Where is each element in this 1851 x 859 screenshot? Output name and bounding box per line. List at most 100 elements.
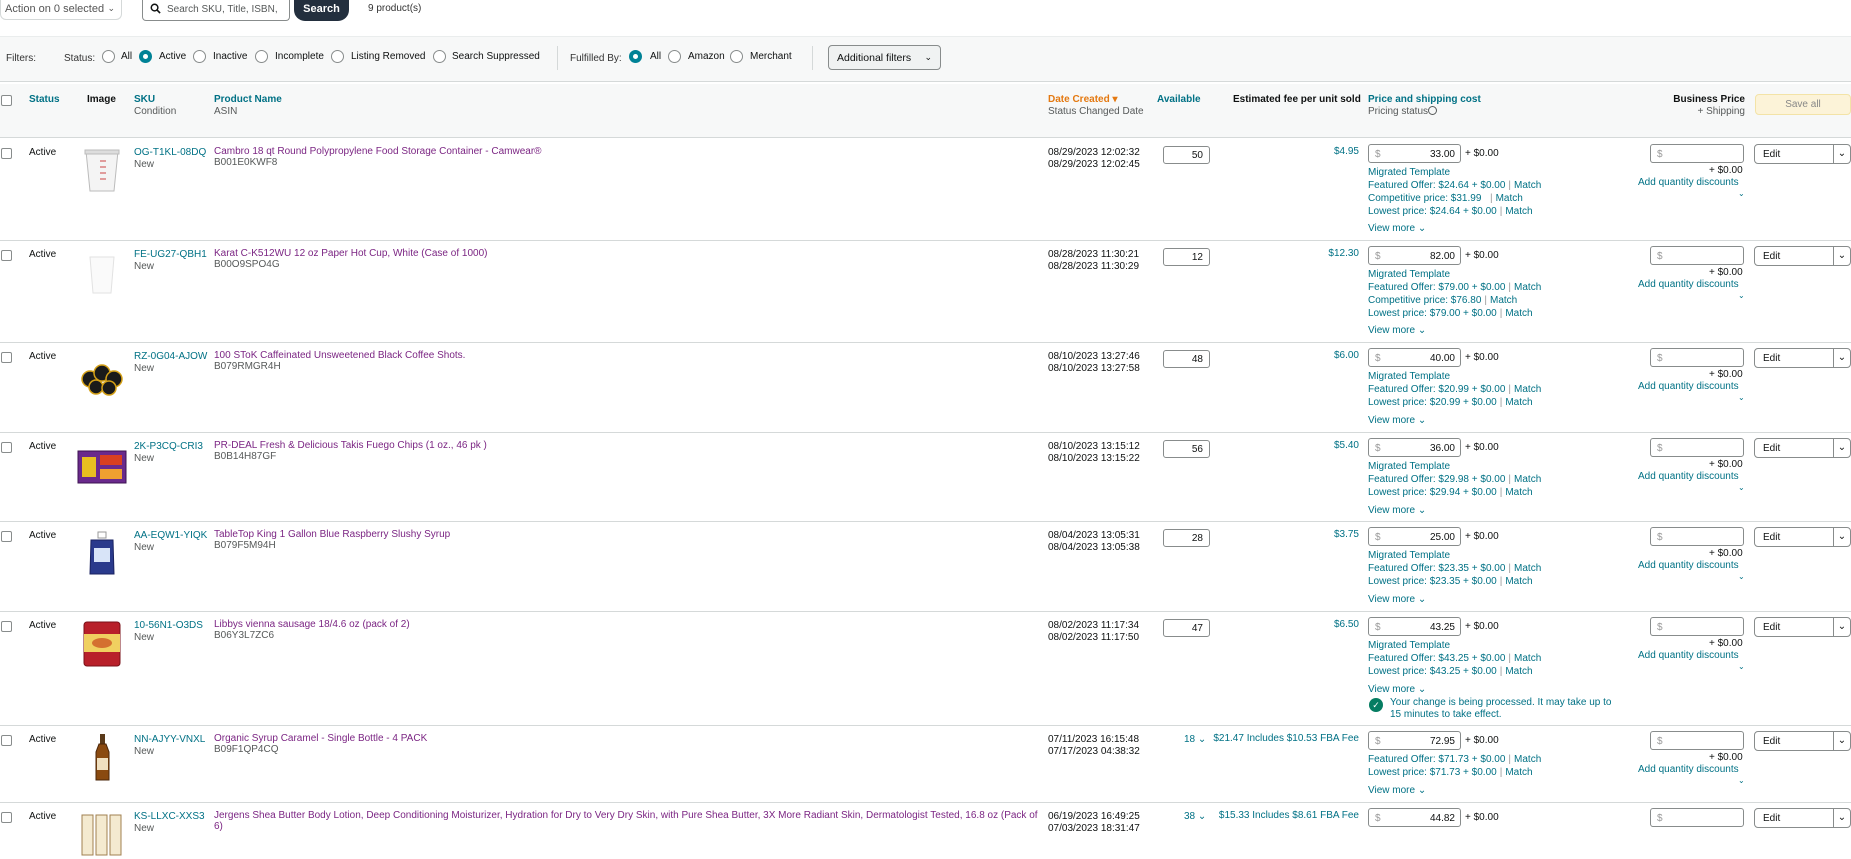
- business-price-input[interactable]: $: [1650, 438, 1744, 457]
- product-image[interactable]: [76, 249, 128, 297]
- edit-dropdown-icon[interactable]: ⌄: [1833, 144, 1850, 164]
- match-link[interactable]: Match: [1514, 563, 1541, 574]
- edit-button[interactable]: Edit ⌄: [1754, 808, 1851, 828]
- row-checkbox[interactable]: [1, 442, 12, 453]
- chevron-down-icon[interactable]: ⌄: [1738, 393, 1745, 402]
- status-inactive-radio[interactable]: [193, 50, 206, 63]
- add-quantity-discounts-link[interactable]: Add quantity discounts: [1638, 381, 1739, 392]
- chevron-down-icon[interactable]: ⌄: [1738, 662, 1745, 671]
- row-sku[interactable]: OG-T1KL-08DQ New: [134, 147, 209, 171]
- view-more-link[interactable]: View more ⌄: [1368, 415, 1426, 426]
- product-image[interactable]: [76, 811, 128, 859]
- row-checkbox[interactable]: [1, 621, 12, 632]
- edit-dropdown-icon[interactable]: ⌄: [1833, 617, 1850, 637]
- row-checkbox[interactable]: [1, 812, 12, 823]
- edit-button[interactable]: Edit ⌄: [1754, 731, 1851, 751]
- match-link[interactable]: Match: [1505, 767, 1532, 778]
- match-link[interactable]: Match: [1514, 180, 1541, 191]
- match-link[interactable]: Match: [1505, 397, 1532, 408]
- row-sku[interactable]: FE-UG27-QBH1 New: [134, 249, 209, 273]
- chevron-down-icon[interactable]: ⌄: [1738, 572, 1745, 581]
- view-more-link[interactable]: View more ⌄: [1368, 785, 1426, 796]
- add-quantity-discounts-link[interactable]: Add quantity discounts: [1638, 764, 1739, 775]
- row-checkbox[interactable]: [1, 250, 12, 261]
- chevron-down-icon[interactable]: ⌄: [1738, 189, 1745, 198]
- row-fee[interactable]: $3.75: [1334, 529, 1359, 541]
- edit-button[interactable]: Edit ⌄: [1754, 617, 1851, 637]
- row-product-name[interactable]: Jergens Shea Butter Body Lotion, Deep Co…: [214, 810, 1044, 832]
- match-link[interactable]: Match: [1496, 193, 1523, 204]
- row-product-name[interactable]: TableTop King 1 Gallon Blue Raspberry Sl…: [214, 529, 1044, 551]
- row-checkbox[interactable]: [1, 735, 12, 746]
- price-input[interactable]: $72.95: [1368, 731, 1461, 750]
- add-quantity-discounts-link[interactable]: Add quantity discounts: [1638, 560, 1739, 571]
- view-more-link[interactable]: View more ⌄: [1368, 594, 1426, 605]
- pricing-template[interactable]: Migrated Template: [1368, 370, 1608, 383]
- product-image[interactable]: [76, 734, 128, 782]
- business-price-input[interactable]: $: [1650, 144, 1744, 163]
- product-image[interactable]: [76, 441, 128, 489]
- row-product-name[interactable]: Karat C-K512WU 12 oz Paper Hot Cup, Whit…: [214, 248, 1044, 270]
- match-link[interactable]: Match: [1514, 384, 1541, 395]
- business-price-input[interactable]: $: [1650, 617, 1744, 636]
- available-fba-link[interactable]: 38 ⌄: [1184, 811, 1206, 822]
- product-image[interactable]: [76, 147, 128, 195]
- status-search-suppressed-label[interactable]: Search Suppressed: [452, 51, 540, 62]
- pricing-template[interactable]: Migrated Template: [1368, 639, 1608, 652]
- pricing-template[interactable]: Migrated Template: [1368, 460, 1608, 473]
- edit-button[interactable]: Edit ⌄: [1754, 527, 1851, 547]
- col-date-created[interactable]: Date Created ▾ Status Changed Date: [1048, 94, 1144, 118]
- info-icon[interactable]: [1428, 106, 1438, 115]
- pricing-template[interactable]: Migrated Template: [1368, 268, 1608, 281]
- fulfilled-amazon-label[interactable]: Amazon: [688, 51, 725, 62]
- add-quantity-discounts-link[interactable]: Add quantity discounts: [1638, 177, 1739, 188]
- edit-dropdown-icon[interactable]: ⌄: [1833, 808, 1850, 828]
- available-input[interactable]: 56: [1163, 440, 1210, 458]
- row-fee[interactable]: $21.47 Includes $10.53 FBA Fee: [1209, 733, 1359, 745]
- edit-button[interactable]: Edit ⌄: [1754, 144, 1851, 164]
- price-input[interactable]: $40.00: [1368, 348, 1461, 367]
- match-link[interactable]: Match: [1514, 282, 1541, 293]
- save-all-button[interactable]: Save all: [1755, 94, 1851, 115]
- row-sku[interactable]: 2K-P3CQ-CRI3 New: [134, 441, 209, 465]
- fulfilled-all-radio[interactable]: [629, 50, 642, 63]
- row-sku[interactable]: NN-AJYY-VNXL New: [134, 734, 209, 758]
- product-image[interactable]: [76, 530, 128, 578]
- business-price-input[interactable]: $: [1650, 246, 1744, 265]
- row-checkbox[interactable]: [1, 352, 12, 363]
- edit-dropdown-icon[interactable]: ⌄: [1833, 438, 1850, 458]
- price-input[interactable]: $33.00: [1368, 144, 1461, 163]
- row-sku[interactable]: AA-EQW1-YIQK New: [134, 530, 209, 554]
- col-sku[interactable]: SKU Condition: [134, 94, 176, 118]
- fulfilled-merchant-label[interactable]: Merchant: [750, 51, 792, 62]
- product-image[interactable]: [76, 620, 128, 668]
- chevron-down-icon[interactable]: ⌄: [1738, 483, 1745, 492]
- edit-dropdown-icon[interactable]: ⌄: [1833, 731, 1850, 751]
- status-incomplete-radio[interactable]: [255, 50, 268, 63]
- edit-dropdown-icon[interactable]: ⌄: [1833, 246, 1850, 266]
- business-price-input[interactable]: $: [1650, 808, 1744, 827]
- search-button[interactable]: Search: [294, 0, 349, 21]
- row-product-name[interactable]: Cambro 18 qt Round Polypropylene Food St…: [214, 146, 1044, 168]
- status-search-suppressed-radio[interactable]: [433, 50, 446, 63]
- row-sku[interactable]: 10-56N1-O3DS New: [134, 620, 209, 644]
- row-sku[interactable]: KS-LLXC-XXS3 New: [134, 811, 209, 835]
- col-status[interactable]: Status: [29, 94, 60, 106]
- add-quantity-discounts-link[interactable]: Add quantity discounts: [1638, 650, 1739, 661]
- view-more-link[interactable]: View more ⌄: [1368, 325, 1426, 336]
- available-input[interactable]: 50: [1163, 146, 1210, 164]
- price-input[interactable]: $43.25: [1368, 617, 1461, 636]
- chevron-down-icon[interactable]: ⌄: [1738, 776, 1745, 785]
- col-price[interactable]: Price and shipping cost Pricing status: [1368, 94, 1481, 118]
- chevron-down-icon[interactable]: ⌄: [1738, 291, 1745, 300]
- match-link[interactable]: Match: [1490, 295, 1517, 306]
- row-fee[interactable]: $12.30: [1328, 248, 1359, 260]
- edit-dropdown-icon[interactable]: ⌄: [1833, 527, 1850, 547]
- available-input[interactable]: 12: [1163, 248, 1210, 266]
- price-input[interactable]: $25.00: [1368, 527, 1461, 546]
- additional-filters-button[interactable]: Additional filters ⌄: [828, 45, 941, 70]
- business-price-input[interactable]: $: [1650, 527, 1744, 546]
- row-sku[interactable]: RZ-0G04-AJOW New: [134, 351, 209, 375]
- row-product-name[interactable]: 100 SToK Caffeinated Unsweetened Black C…: [214, 350, 1044, 372]
- view-more-link[interactable]: View more ⌄: [1368, 223, 1426, 234]
